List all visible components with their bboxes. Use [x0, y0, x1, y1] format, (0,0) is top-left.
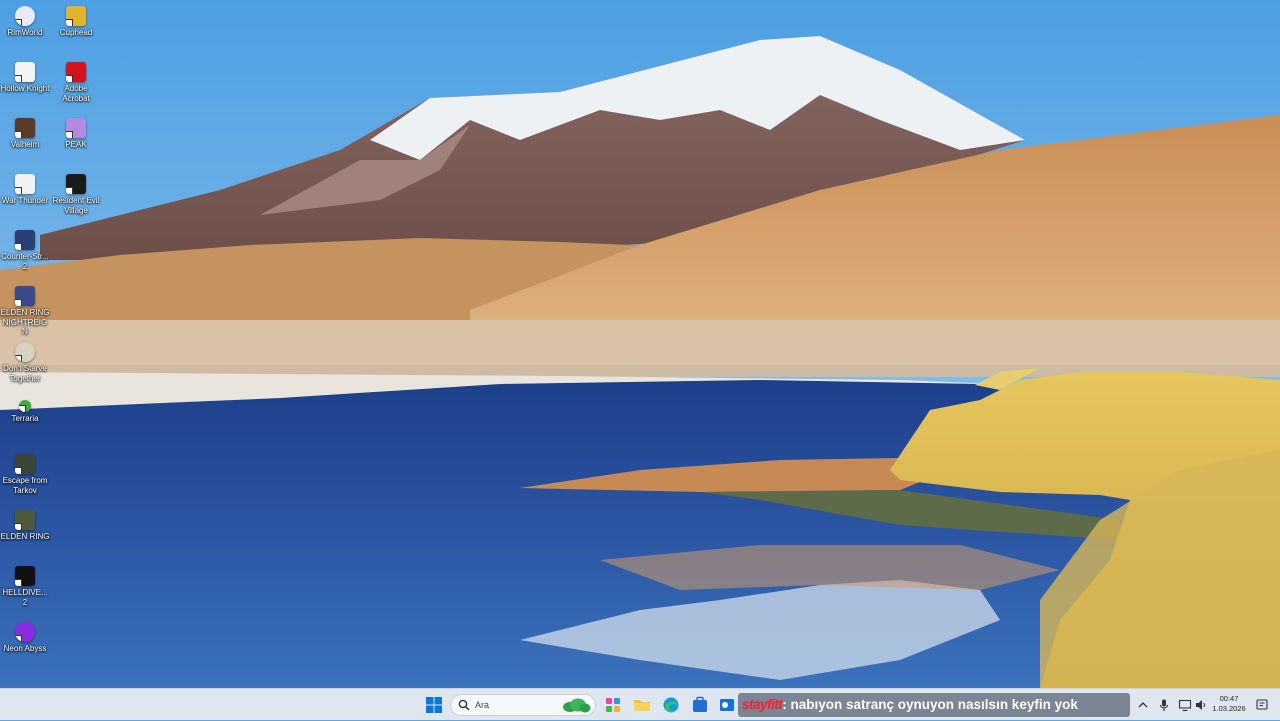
taskbar-clock[interactable]: 00:47 1.03.2026	[1207, 694, 1251, 714]
edge-icon	[663, 697, 679, 713]
taskbar-search[interactable]: Ara	[450, 694, 596, 716]
microphone-icon[interactable]	[1157, 698, 1171, 712]
network-icon[interactable]	[1178, 698, 1192, 712]
peak-icon	[66, 118, 86, 138]
desktop-icon-counter-strike-2[interactable]: Counter-Str... 2	[0, 226, 51, 271]
desktop-icon-war-thunder[interactable]: War Thunder	[0, 170, 51, 206]
notification-icon[interactable]	[1255, 698, 1269, 712]
elden-ring-icon	[15, 510, 35, 530]
desktop-icon-resident-evil-village[interactable]: Resident Evil Village	[50, 170, 102, 215]
desktop-icon-adobe-acrobat[interactable]: Adobe Acrobat	[50, 58, 102, 103]
adobe-acrobat-icon	[66, 62, 86, 82]
store-icon	[693, 696, 707, 712]
stream-chat-overlay: stayfitt: nabıyon satranç oynuyon nasıls…	[738, 693, 1130, 717]
taskbar-outlook[interactable]	[716, 694, 738, 716]
helldivers-2-icon	[15, 566, 35, 586]
desktop-icon-elden-ring-nightreign[interactable]: ELDEN RING NIGHTREIGN	[0, 282, 51, 337]
start-button[interactable]	[423, 694, 445, 716]
taskbar: Ara stayfitt: nabıyon satranç oynuyon na…	[0, 688, 1280, 720]
desktop-icon-neon-abyss[interactable]: Neon Abyss	[0, 618, 51, 654]
widgets-icon	[606, 698, 620, 712]
clock-date: 1.03.2026	[1212, 704, 1246, 713]
taskbar-edge[interactable]	[660, 694, 682, 716]
desktop-icon-valheim[interactable]: Valheim	[0, 114, 51, 150]
rimworld-icon	[15, 6, 35, 26]
counter-strike-2-icon	[15, 230, 35, 250]
desktop-icon-hollow-knight[interactable]: Hollow Knight	[0, 58, 51, 94]
cuphead-icon	[66, 6, 86, 26]
desktop-icon-rimworld[interactable]: RimWorld	[0, 2, 51, 38]
escape-from-tarkov-icon	[15, 454, 35, 474]
taskbar-file-explorer[interactable]	[631, 694, 653, 716]
speaker-icon[interactable]	[1194, 698, 1208, 712]
chevron-up-icon[interactable]	[1136, 698, 1150, 712]
windows-start-icon	[426, 697, 442, 713]
neon-abyss-icon	[15, 622, 35, 642]
folder-icon	[634, 700, 650, 711]
desktop-icon-helldivers-2[interactable]: HELLDIVE... 2	[0, 562, 51, 607]
elden-ring-nightreign-icon	[15, 286, 35, 306]
war-thunder-icon	[15, 174, 35, 194]
desktop-icon-escape-from-tarkov[interactable]: Escape from Tarkov	[0, 450, 51, 495]
chat-username: stayfitt	[742, 697, 783, 712]
dont-starve-together-icon	[15, 342, 35, 362]
desktop-icon-peak[interactable]: PEAK	[50, 114, 102, 150]
valheim-icon	[15, 118, 35, 138]
resident-evil-village-icon	[66, 174, 86, 194]
chat-message: : nabıyon satranç oynuyon nasılsın keyfi…	[782, 697, 1078, 712]
desktop-icon-dont-starve-together[interactable]: Don't Starve Together	[0, 338, 51, 383]
desktop-icon-cuphead[interactable]: Cuphead	[50, 2, 102, 38]
outlook-icon	[720, 699, 734, 711]
desktop-wallpaper	[0, 0, 1280, 688]
desktop-icon-elden-ring[interactable]: ELDEN RING	[0, 506, 51, 542]
cloud-icon	[563, 698, 591, 713]
desktop-icon-terraria[interactable]: Terraria	[0, 394, 51, 424]
hollow-knight-icon	[15, 62, 35, 82]
taskbar-store[interactable]	[689, 694, 711, 716]
taskbar-widgets[interactable]	[602, 694, 624, 716]
clock-time: 00:47	[1219, 694, 1239, 703]
terraria-icon	[19, 400, 31, 412]
search-icon	[458, 699, 470, 711]
search-placeholder: Ara	[475, 700, 490, 710]
